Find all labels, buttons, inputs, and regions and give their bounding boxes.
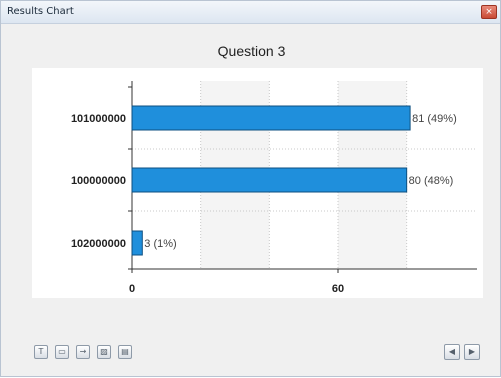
image-export-button[interactable]: ▨ — [97, 345, 111, 359]
y-tick-label: 102000000 — [71, 238, 126, 250]
y-tick-label: 100000000 — [71, 175, 126, 187]
arrow-right-box-icon: → — [79, 347, 87, 356]
bar-data-label: 3 (1%) — [144, 238, 176, 250]
chevron-left-icon: ◀ — [448, 347, 456, 356]
x-tick-label: 0 — [129, 283, 135, 295]
window-icon: ▭ — [58, 347, 66, 356]
arrow-right-box-button[interactable]: → — [76, 345, 90, 359]
chart-export-button[interactable]: ▤ — [118, 345, 132, 359]
results-chart-window: Results Chart × Question 3 81 (49%) 10100… — [0, 0, 501, 377]
previous-button[interactable]: ◀ — [444, 344, 460, 360]
bar — [131, 167, 408, 193]
bar-data-label: 80 (48%) — [409, 175, 454, 187]
bar — [131, 105, 411, 131]
chevron-right-icon: ▶ — [468, 347, 476, 356]
chart-export-icon: ▤ — [121, 347, 129, 356]
image-export-icon: ▨ — [100, 347, 108, 356]
text-format-button[interactable]: T — [34, 345, 48, 359]
next-button[interactable]: ▶ — [464, 344, 480, 360]
text-format-icon: T — [38, 347, 44, 356]
y-tick-label: 101000000 — [71, 113, 126, 125]
bar-data-label: 81 (49%) — [412, 113, 457, 125]
bar — [131, 230, 143, 256]
x-tick-label: 60 — [332, 283, 344, 295]
window-button[interactable]: ▭ — [55, 345, 69, 359]
bar-chart: 81 (49%) 101000000 80 (48%) 100000000 3 (1%)… — [71, 81, 477, 295]
